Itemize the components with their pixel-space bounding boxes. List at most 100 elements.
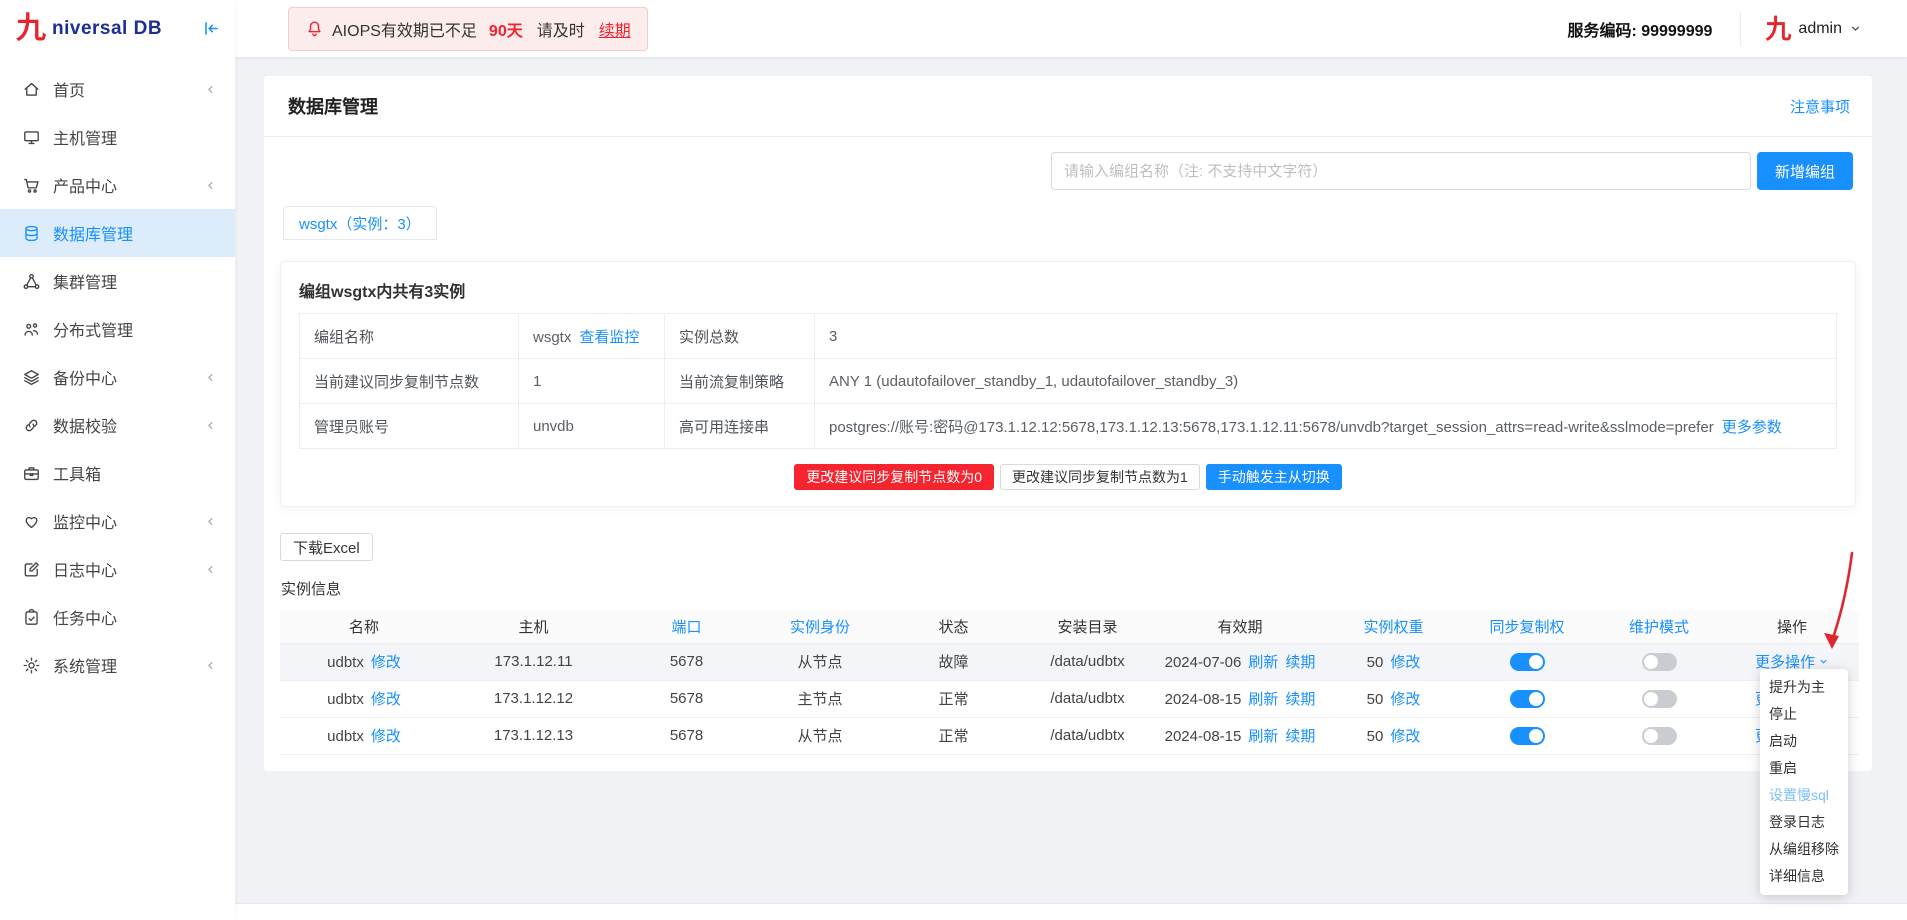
sidebar-item-distributed[interactable]: 分布式管理 (0, 305, 235, 353)
col-weight[interactable]: 实例权重 (1326, 611, 1461, 643)
modify-weight-link[interactable]: 修改 (1390, 728, 1420, 745)
instance-role: 主节点 (754, 680, 886, 717)
modify-weight-link[interactable]: 修改 (1390, 654, 1420, 671)
distributed-icon (22, 320, 41, 339)
instance-weight: 50修改 (1326, 643, 1461, 680)
table-row: 管理员账号 unvdb 高可用连接串 postgres://账号:密码@173.… (300, 404, 1837, 449)
refresh-link[interactable]: 刷新 (1248, 728, 1278, 745)
sidebar-item-label: 日志中心 (53, 557, 204, 581)
instance-dir: /data/udbtx (1021, 717, 1154, 754)
sync-cell (1461, 680, 1593, 717)
instance-weight: 50修改 (1326, 680, 1461, 717)
sidebar-item-monitoring[interactable]: 监控中心 (0, 497, 235, 545)
renew-link[interactable]: 续期 (1285, 654, 1315, 671)
chevron-left-icon (204, 515, 217, 528)
instance-total-label: 实例总数 (665, 314, 815, 359)
maintenance-toggle[interactable] (1642, 727, 1677, 745)
sync-cell (1461, 643, 1593, 680)
modify-name-link[interactable]: 修改 (371, 728, 401, 745)
menu-item-slow-sql[interactable]: 设置慢sql (1760, 782, 1848, 809)
maintenance-cell (1593, 680, 1725, 717)
sidebar-item-cluster[interactable]: 集群管理 (0, 257, 235, 305)
brand-logo: 九 (16, 14, 46, 44)
maintenance-toggle[interactable] (1642, 653, 1677, 671)
alert-bell-icon (305, 19, 324, 38)
modify-name-link[interactable]: 修改 (371, 691, 401, 708)
log-icon (22, 560, 41, 579)
sidebar-item-products[interactable]: 产品中心 (0, 161, 235, 209)
download-excel-button[interactable]: 下载Excel (280, 533, 373, 561)
menu-item-stop[interactable]: 停止 (1760, 701, 1848, 728)
modify-weight-link[interactable]: 修改 (1390, 691, 1420, 708)
view-monitor-link[interactable]: 查看监控 (579, 329, 639, 346)
notice-link[interactable]: 注意事项 (1790, 96, 1850, 117)
brand-name: niversal DB (52, 18, 162, 40)
service-code: 服务编码: 99999999 (1567, 17, 1712, 41)
sync-replication-toggle[interactable] (1510, 727, 1545, 745)
instance-section-title: 实例信息 (281, 578, 1872, 599)
refresh-link[interactable]: 刷新 (1248, 654, 1278, 671)
set-sync-zero-button[interactable]: 更改建议同步复制节点数为0 (794, 464, 994, 490)
conn-string-value: postgres://账号:密码@173.1.12.12:5678,173.1.… (815, 404, 1837, 449)
menu-item-remove-from-group[interactable]: 从编组移除 (1760, 836, 1848, 863)
table-row: udbtx修改 173.1.12.12 5678 主节点 正常 /data/ud… (280, 680, 1859, 717)
tab-wsgtx[interactable]: wsgtx（实例：3） (283, 206, 437, 240)
sidebar-item-database[interactable]: 数据库管理 (0, 209, 235, 257)
menu-item-details[interactable]: 详细信息 (1760, 863, 1848, 890)
add-group-button[interactable]: 新增编组 (1757, 152, 1853, 190)
refresh-link[interactable]: 刷新 (1248, 691, 1278, 708)
database-icon (22, 224, 41, 243)
set-sync-one-button[interactable]: 更改建议同步复制节点数为1 (1000, 464, 1200, 490)
chevron-left-icon (204, 419, 217, 432)
license-alert-banner: AIOPS有效期已不足90天请及时续期 (288, 7, 648, 51)
more-params-link[interactable]: 更多参数 (1722, 419, 1782, 436)
chevron-left-icon (204, 179, 217, 192)
col-port[interactable]: 端口 (619, 611, 754, 643)
sidebar-collapse-icon[interactable] (202, 19, 221, 38)
col-status: 状态 (886, 611, 1021, 643)
col-role[interactable]: 实例身份 (754, 611, 886, 643)
topbar-right: 服务编码: 99999999 九 admin (1567, 12, 1862, 46)
instance-host: 173.1.12.13 (448, 717, 619, 754)
instance-expiry: 2024-07-06刷新续期 (1154, 643, 1326, 680)
renew-link[interactable]: 续期 (1285, 691, 1315, 708)
sync-replication-toggle[interactable] (1510, 690, 1545, 708)
instance-role: 从节点 (754, 643, 886, 680)
menu-item-restart[interactable]: 重启 (1760, 755, 1848, 782)
home-icon (22, 80, 41, 99)
instance-status: 故障 (886, 643, 1021, 680)
user-menu[interactable]: 九 admin (1740, 12, 1862, 46)
menu-item-promote[interactable]: 提升为主 (1760, 674, 1848, 701)
task-icon (22, 608, 41, 627)
sidebar-item-label: 数据校验 (53, 413, 204, 437)
sync-replication-toggle[interactable] (1510, 653, 1545, 671)
alert-text: AIOPS有效期已不足 (332, 17, 477, 41)
sidebar-item-backup[interactable]: 备份中心 (0, 353, 235, 401)
repl-policy-value: ANY 1 (udautofailover_standby_1, udautof… (815, 359, 1837, 404)
heart-icon (22, 512, 41, 531)
sidebar-item-system[interactable]: 系统管理 (0, 641, 235, 689)
sidebar-item-hosts[interactable]: 主机管理 (0, 113, 235, 161)
sync-nodes-value: 1 (519, 359, 665, 404)
sidebar-item-logs[interactable]: 日志中心 (0, 545, 235, 593)
group-name-label: 编组名称 (300, 314, 519, 359)
manual-switchover-button[interactable]: 手动触发主从切换 (1206, 464, 1342, 490)
sidebar-item-tasks[interactable]: 任务中心 (0, 593, 235, 641)
col-sync-replication[interactable]: 同步复制权 (1461, 611, 1593, 643)
col-host: 主机 (448, 611, 619, 643)
main-area: AIOPS有效期已不足90天请及时续期 服务编码: 99999999 九 adm… (235, 0, 1907, 920)
sidebar-item-verify[interactable]: 数据校验 (0, 401, 235, 449)
renew-link[interactable]: 续期 (599, 17, 631, 41)
renew-link[interactable]: 续期 (1285, 728, 1315, 745)
modify-name-link[interactable]: 修改 (371, 654, 401, 671)
group-name-search-input[interactable] (1051, 152, 1751, 190)
menu-item-login-log[interactable]: 登录日志 (1760, 809, 1848, 836)
app-root: 九 niversal DB 首页 主机管理 产品中心 (0, 0, 1907, 920)
sidebar-item-toolbox[interactable]: 工具箱 (0, 449, 235, 497)
sidebar-item-home[interactable]: 首页 (0, 65, 235, 113)
instance-port: 5678 (619, 717, 754, 754)
alert-text-mid: 请及时 (537, 17, 585, 41)
maintenance-toggle[interactable] (1642, 690, 1677, 708)
menu-item-start[interactable]: 启动 (1760, 728, 1848, 755)
col-maintenance[interactable]: 维护模式 (1593, 611, 1725, 643)
